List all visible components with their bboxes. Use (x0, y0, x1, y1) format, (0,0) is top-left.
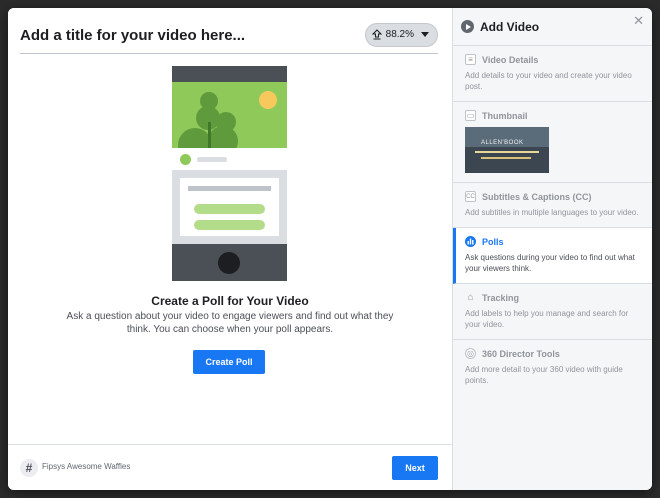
sidebar-header: Add Video ✕ (453, 8, 652, 46)
sun-shape (259, 91, 277, 109)
step-description: Add labels to help you manage and search… (465, 309, 629, 329)
close-icon[interactable]: ✕ (633, 14, 644, 27)
sidebar-title: Add Video (480, 19, 540, 34)
step-tracking[interactable]: ⌂ Tracking Add labels to help you manage… (453, 284, 652, 340)
poll-card-mock (180, 178, 279, 236)
poll-icon (465, 236, 476, 247)
chevron-down-icon (421, 32, 429, 37)
add-video-dialog: Add a title for your video here... 88.2% (8, 8, 652, 490)
tree-shape (208, 126, 238, 148)
thumbnail-lights (475, 151, 539, 153)
thumbnail-lights (481, 157, 531, 159)
next-button[interactable]: Next (392, 456, 438, 480)
upload-progress-dropdown[interactable]: 88.2% (364, 22, 438, 47)
document-icon: ≡ (465, 54, 476, 65)
video-icon (461, 20, 474, 33)
poll-panel-mock (172, 170, 287, 244)
step-360-director-tools[interactable]: ◎ 360 Director Tools Add more detail to … (453, 340, 652, 395)
step-label: Tracking (482, 292, 520, 303)
editor-pane: Add a title for your video here... 88.2% (8, 8, 452, 490)
upload-icon (371, 29, 382, 40)
poll-option-bar (194, 220, 265, 230)
title-row: Add a title for your video here... 88.2% (20, 16, 438, 54)
video-thumbnail[interactable]: ALLEN'BOOK (465, 127, 549, 173)
tree-trunk (208, 122, 211, 148)
cc-icon: CC (465, 191, 476, 202)
avatar (180, 154, 191, 165)
page-name: Fipsys Awesome Waffles (42, 462, 131, 471)
hashtag-icon: # (20, 459, 38, 477)
step-label: 360 Director Tools (482, 348, 560, 359)
poll-option-bar (194, 204, 265, 214)
name-line (197, 157, 227, 162)
thumbnail-caption: ALLEN'BOOK (481, 140, 524, 146)
poll-illustration (172, 66, 287, 281)
upload-progress-text: 88.2% (385, 29, 414, 40)
dialog-footer: # Fipsys Awesome Waffles Next (8, 444, 452, 490)
step-label: Thumbnail (482, 110, 528, 121)
step-description: Add more detail to your 360 video with g… (465, 365, 623, 385)
step-video-details[interactable]: ≡ Video Details Add details to your vide… (453, 46, 652, 102)
step-thumbnail[interactable]: ▭ Thumbnail ALLEN'BOOK (453, 102, 652, 183)
step-description: Ask questions during your video to find … (465, 253, 635, 273)
image-icon: ▭ (465, 110, 476, 121)
tree-shape (178, 128, 212, 148)
poll-description: Ask a question about your video to engag… (66, 311, 394, 335)
create-poll-button[interactable]: Create Poll (193, 350, 265, 374)
360-icon: ◎ (465, 348, 476, 359)
step-label: Polls (482, 236, 504, 247)
landscape-image (172, 82, 287, 148)
post-header-mock (172, 148, 287, 170)
step-subtitles-captions[interactable]: CC Subtitles & Captions (CC) Add subtitl… (453, 183, 652, 228)
poll-heading: Create a Poll for Your Video (151, 294, 309, 308)
poll-question-line (188, 186, 271, 191)
step-description: Add subtitles in multiple languages to y… (465, 208, 639, 217)
step-polls[interactable]: Polls Ask questions during your video to… (453, 228, 652, 284)
step-label: Subtitles & Captions (CC) (482, 191, 592, 202)
video-title-input[interactable]: Add a title for your video here... (20, 25, 365, 44)
tag-icon: ⌂ (467, 291, 474, 303)
step-label: Video Details (482, 54, 539, 65)
steps-sidebar: Add Video ✕ ≡ Video Details Add details … (452, 8, 652, 490)
home-button-shape (218, 252, 240, 274)
step-description: Add details to your video and create you… (465, 71, 632, 91)
